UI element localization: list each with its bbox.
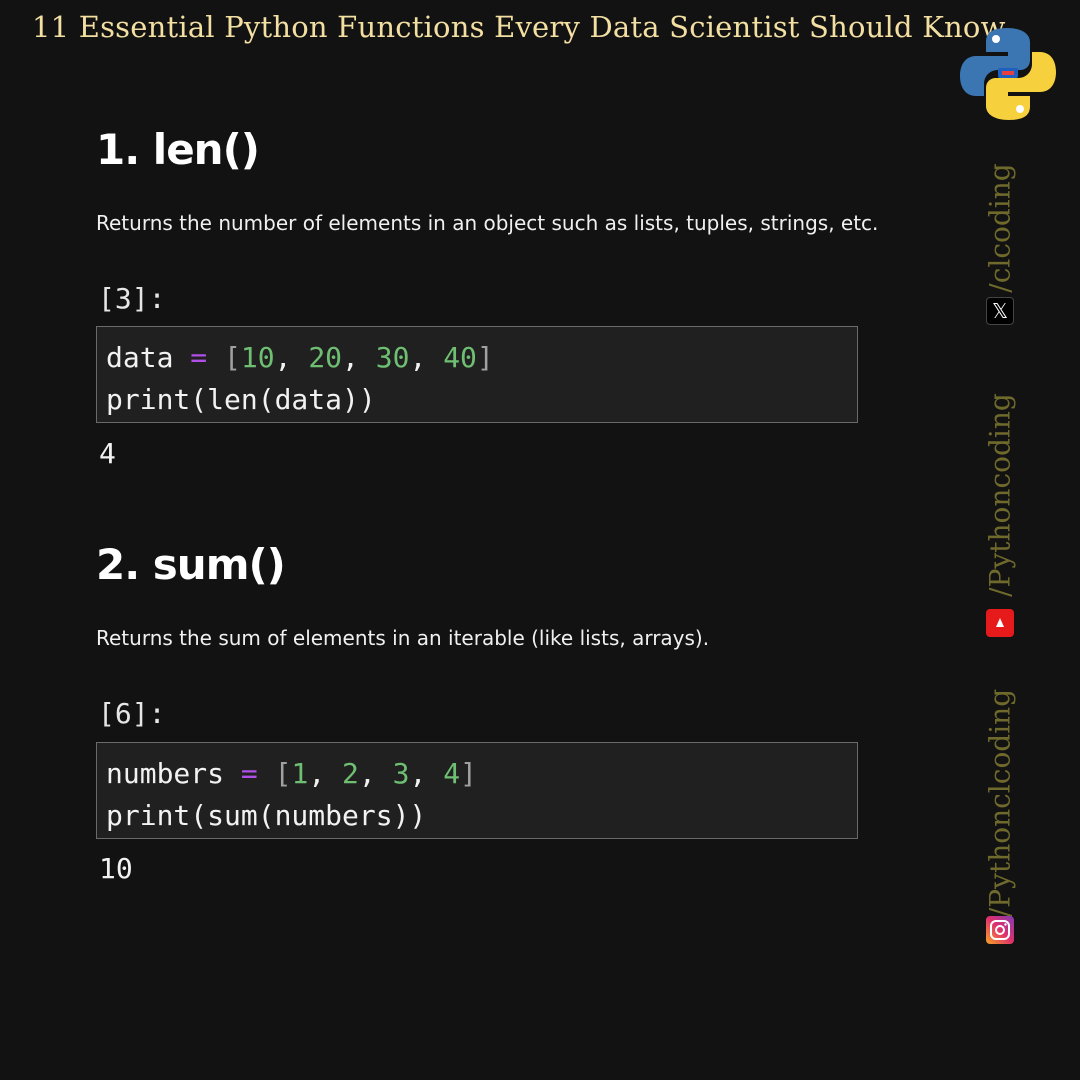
page-title: 11 Essential Python Functions Every Data… [32, 10, 1006, 44]
cell-output: 4 [99, 437, 116, 470]
x-icon[interactable]: 𝕏 [986, 297, 1014, 325]
code-bracket: ] [476, 341, 494, 374]
code-variable: data [106, 341, 174, 374]
code-line: data = [10, 20, 30, 40] [106, 341, 494, 374]
code-bracket: [ [224, 341, 241, 374]
handle-pythoncoding[interactable]: /Pythoncoding [984, 393, 1017, 597]
youtube-icon[interactable] [986, 609, 1014, 637]
instagram-icon[interactable] [986, 916, 1014, 944]
cell-output: 10 [99, 852, 133, 885]
code-number: 20 [308, 341, 343, 374]
handle-clcoding[interactable]: /clcoding [984, 163, 1017, 292]
python-logo-icon [960, 28, 1056, 120]
section-heading: 1. len() [96, 125, 260, 174]
code-bracket: ] [460, 757, 477, 790]
code-line: print(len(data)) [106, 383, 376, 416]
section-len: 1. len() Returns the number of elements … [96, 125, 878, 470]
youtube-play-icon [996, 618, 1004, 627]
section-description: Returns the number of elements in an obj… [96, 211, 879, 235]
handle-pythonclcoding[interactable]: /Pythonclcoding [984, 689, 1017, 917]
code-cell[interactable]: numbers = [1, 2, 3, 4] print(sum(numbers… [96, 742, 858, 839]
cell-prompt: [6]: [98, 697, 166, 730]
code-bracket: [ [274, 757, 292, 790]
code-number: 3 [392, 757, 410, 790]
code-variable: numbers [106, 757, 225, 790]
code-number: 4 [443, 757, 461, 790]
section-sum: 2. sum() Returns the sum of elements in … [96, 540, 860, 885]
section-heading: 2. sum() [96, 540, 286, 589]
code-operator: = [190, 341, 208, 374]
code-number: 1 [291, 757, 309, 790]
instagram-camera-icon [990, 920, 1010, 940]
code-operator: = [240, 757, 258, 790]
code-cell[interactable]: data = [10, 20, 30, 40] print(len(data)) [96, 326, 858, 423]
code-number: 10 [240, 341, 275, 374]
code-number: 30 [375, 341, 410, 374]
code-line: print(sum(numbers)) [106, 799, 427, 832]
code-line: numbers = [1, 2, 3, 4] [106, 757, 477, 790]
code-number: 40 [443, 341, 477, 374]
cell-prompt: [3]: [98, 282, 166, 315]
section-description: Returns the sum of elements in an iterab… [96, 626, 710, 650]
code-number: 2 [342, 757, 359, 790]
